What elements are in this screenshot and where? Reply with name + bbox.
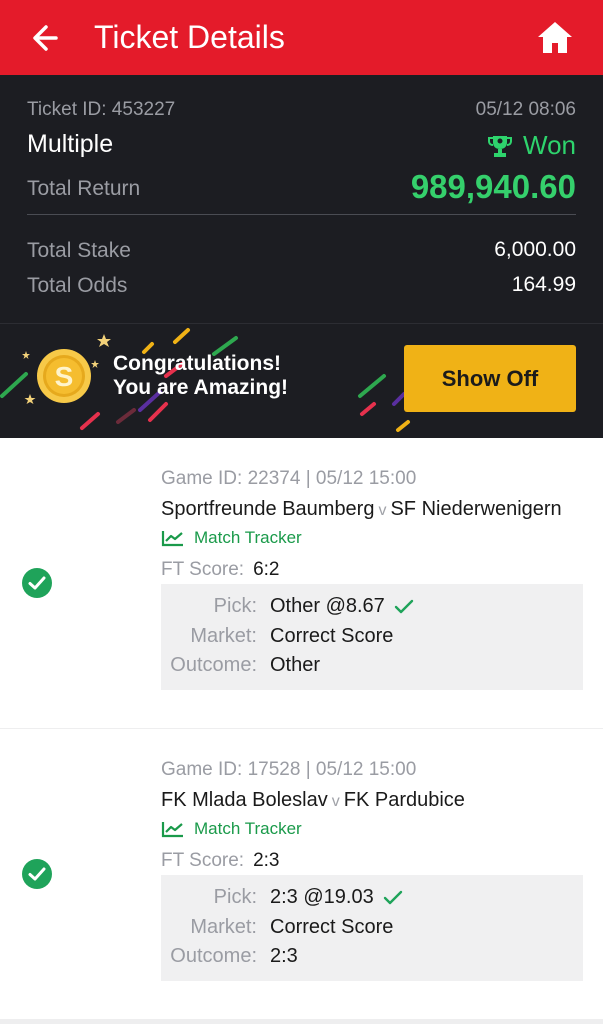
home-team: Sportfreunde Baumberg [161,498,375,520]
app-header: Ticket Details [0,0,603,75]
svg-text:S: S [55,361,74,392]
outcome-label: Outcome: [170,945,257,967]
pick-value: 2:3 @19.03 [270,886,374,908]
total-return-value: 989,940.60 [410,168,576,205]
match-tracker-link[interactable]: Match Tracker [161,528,302,548]
ft-score-value: 6:2 [253,559,280,580]
market-value: Correct Score [270,625,394,647]
ft-score-label: FT Score: [161,559,245,580]
pick-row: Pick: 2:3 @19.03 [161,886,583,916]
back-button[interactable] [28,20,68,56]
outcome-value: 2:3 [270,945,298,967]
check-circle-icon [22,568,52,598]
versus-label: v [378,502,387,519]
ft-score-value: 2:3 [253,850,280,871]
status-text: Won [523,130,576,160]
outcome-row: Outcome: Other [161,654,583,684]
match-tracker-label: Match Tracker [194,528,302,547]
home-team: FK Mlada Boleslav [161,789,328,811]
status-badge: Won [487,130,576,161]
ticket-datetime: 05/12 08:06 [475,99,576,120]
home-button[interactable] [534,18,576,58]
check-icon [394,599,414,613]
market-label: Market: [190,916,257,938]
total-odds-label: Total Odds [27,274,128,297]
ft-score: FT Score: 2:3 [161,850,279,872]
pick-label: Pick: [213,595,257,617]
congrats-banner: S Congratulations! You are Amazing! Show… [0,323,603,438]
market-value: Correct Score [270,916,394,938]
versus-label: v [331,793,340,810]
page-title: Ticket Details [94,19,285,55]
ticket-summary: Ticket ID: 453227 05/12 08:06 Multiple W… [0,75,603,323]
check-circle-icon [22,859,52,889]
outcome-value: Other [270,654,321,676]
show-off-button[interactable]: Show Off [404,345,576,412]
pick-value: Other @8.67 [270,595,385,617]
home-icon [538,22,572,53]
match-tracker-label: Match Tracker [194,819,302,838]
game-id: Game ID: 22374 | 05/12 15:00 [161,468,417,489]
market-row: Market: Correct Score [161,916,583,946]
bet-card[interactable]: Game ID: 17528 | 05/12 15:00 FK Mlada Bo… [0,729,603,1019]
congrats-line-1: Congratulations! [113,352,281,375]
match-tracker-link[interactable]: Match Tracker [161,819,302,839]
total-stake-value: 6,000.00 [494,238,576,261]
ft-score: FT Score: 6:2 [161,559,279,581]
pick-label: Pick: [213,886,257,908]
pick-value-wrap: Other @8.67 [270,595,414,618]
coin-icon: S [37,349,91,403]
bet-details: Pick: 2:3 @19.03 Market: Correct Score O… [161,875,583,981]
game-id: Game ID: 17528 | 05/12 15:00 [161,759,417,780]
match-teams: FK Mlada Boleslav v FK Pardubice [161,789,465,812]
away-team: FK Pardubice [343,789,465,811]
ft-score-label: FT Score: [161,850,245,871]
pick-row: Pick: Other @8.67 [161,595,583,625]
away-team: SF Niederwenigern [390,498,562,520]
chart-line-icon [161,531,183,547]
outcome-row: Outcome: 2:3 [161,945,583,975]
match-teams: Sportfreunde Baumberg v SF Niederwenigern [161,498,562,521]
bet-card[interactable]: Game ID: 22374 | 05/12 15:00 Sportfreund… [0,438,603,728]
outcome-label: Outcome: [170,654,257,676]
arrow-left-icon [33,25,58,51]
check-icon [383,890,402,904]
total-return-label: Total Return [27,177,141,200]
trophy-icon [488,135,512,157]
chart-line-icon [161,822,183,838]
total-stake-label: Total Stake [27,239,131,262]
summary-divider [27,214,576,215]
market-row: Market: Correct Score [161,625,583,655]
bet-details: Pick: Other @8.67 Market: Correct Score … [161,584,583,690]
total-odds-value: 164.99 [511,273,576,296]
market-label: Market: [190,625,257,647]
pick-value-wrap: 2:3 @19.03 [270,886,403,909]
bet-type: Multiple [27,130,114,158]
congrats-line-2: You are Amazing! [113,376,289,399]
congrats-message: Congratulations! You are Amazing! [113,352,288,400]
ticket-id: Ticket ID: 453227 [27,99,176,120]
